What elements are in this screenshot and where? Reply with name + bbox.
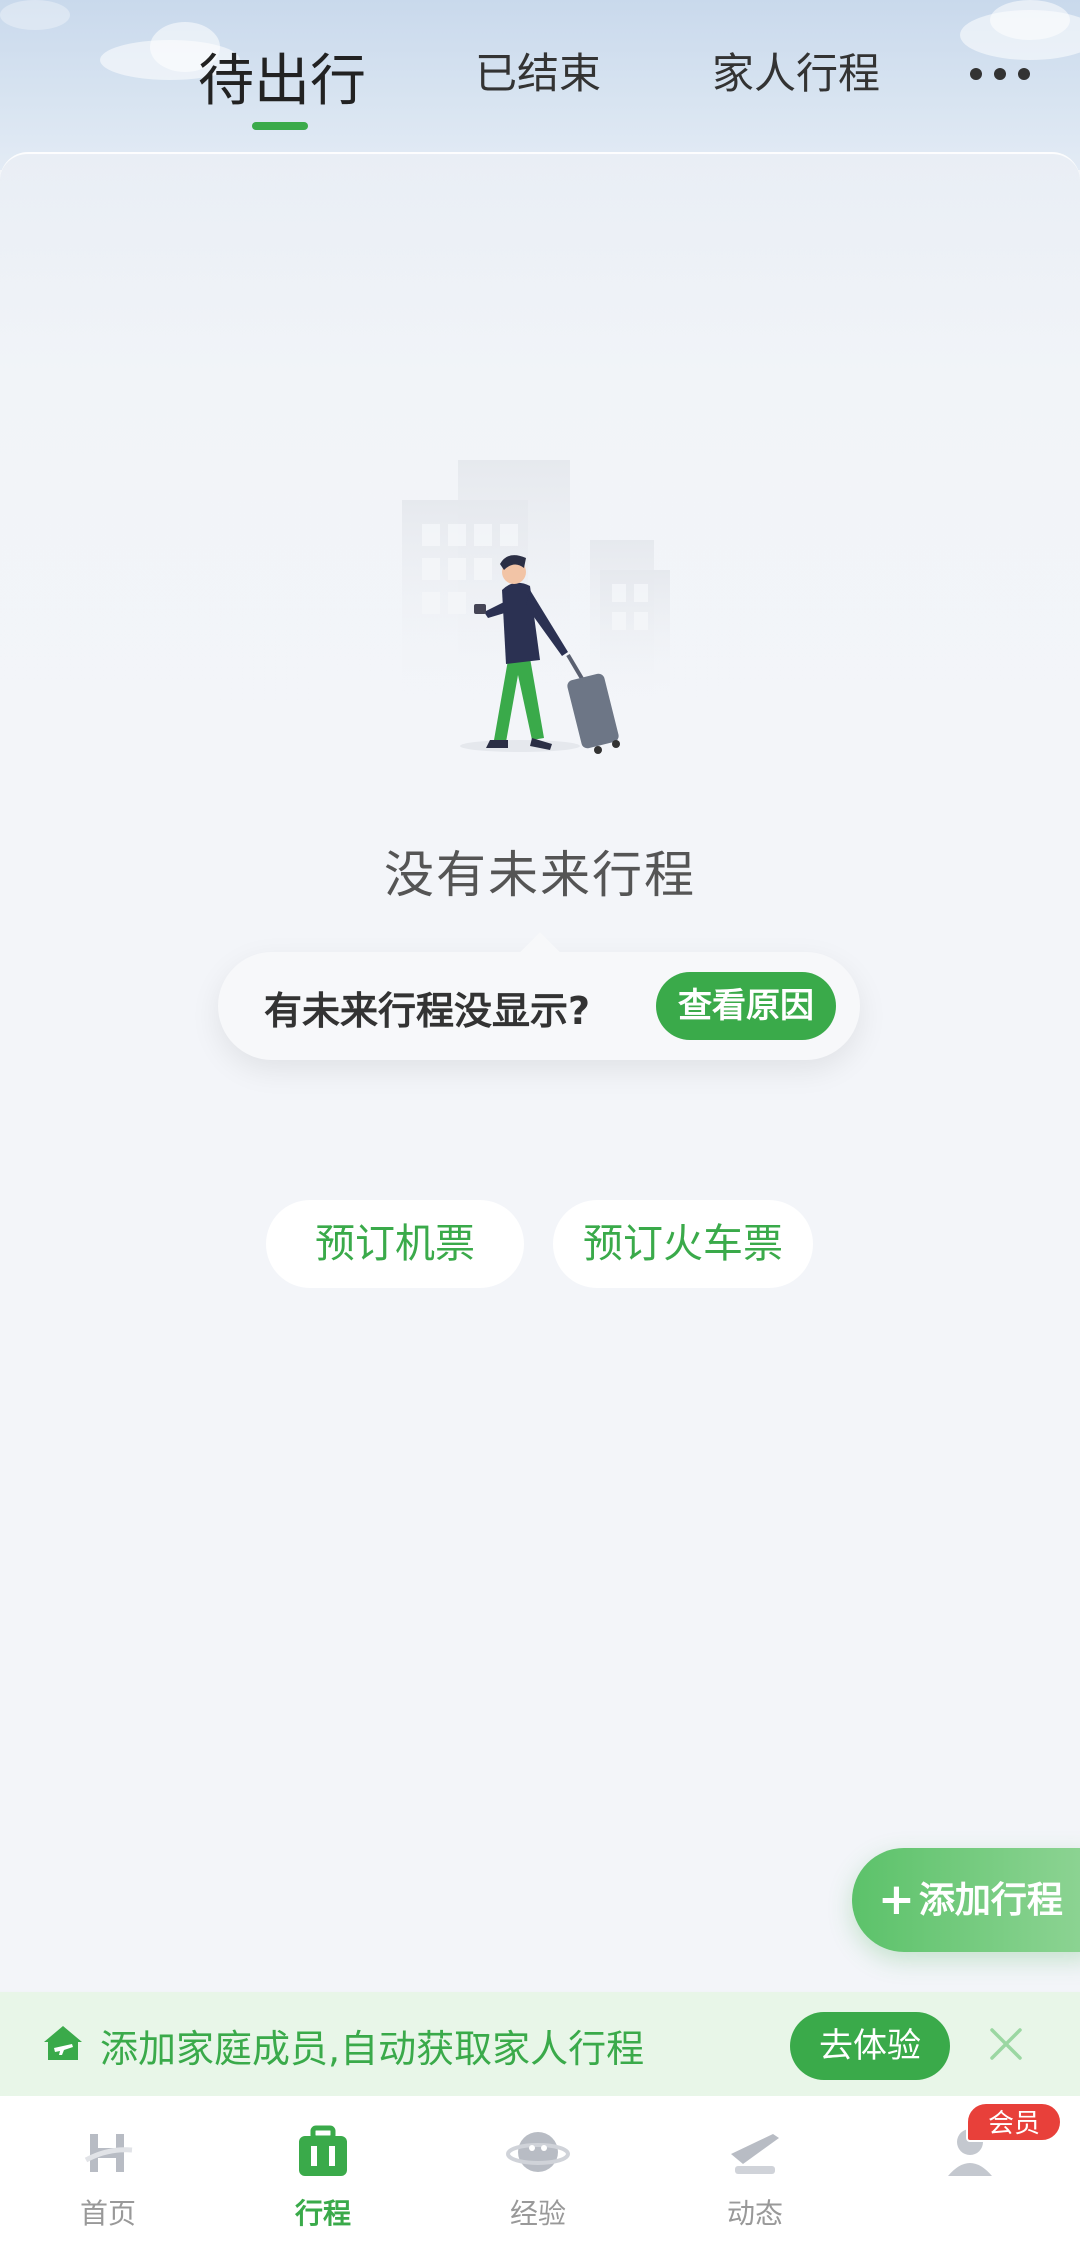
add-trip-button[interactable]: + 添加行程 bbox=[852, 1848, 1080, 1952]
tab-upcoming[interactable]: 待出行 bbox=[198, 36, 366, 117]
try-now-button[interactable]: 去体验 bbox=[790, 2012, 950, 2080]
suitcase-icon bbox=[299, 2125, 347, 2176]
planet-icon bbox=[506, 2132, 570, 2172]
bottom-tab-bar: 首页 行程 经验 动态 bbox=[0, 2096, 1080, 2243]
missing-trip-question: 有未来行程没显示? bbox=[264, 989, 591, 1033]
tabbar-item-trips[interactable]: 行程 bbox=[253, 2106, 393, 2236]
flight-status-icon bbox=[731, 2134, 779, 2174]
tabbar-label: 动态 bbox=[726, 2197, 783, 2230]
active-tab-indicator bbox=[252, 122, 308, 130]
tab-family-trips[interactable]: 家人行程 bbox=[712, 40, 880, 101]
empty-state-title: 没有未来行程 bbox=[384, 846, 696, 904]
tab-finished[interactable]: 已结束 bbox=[475, 40, 601, 101]
tabbar-label: 经验 bbox=[509, 2197, 566, 2230]
tabbar-label: 首页 bbox=[79, 2197, 136, 2230]
tabbar-label: 行程 bbox=[294, 2197, 351, 2230]
book-flight-button[interactable]: 预订机票 bbox=[266, 1200, 524, 1288]
family-member-banner: 添加家庭成员,自动获取家人行程 去体验 bbox=[0, 1992, 1080, 2096]
vip-badge: 会员 bbox=[966, 2102, 1062, 2142]
missing-trip-prompt: 有未来行程没显示? 查看原因 bbox=[218, 952, 860, 1060]
home-plane-icon bbox=[44, 2026, 82, 2060]
book-train-button[interactable]: 预订火车票 bbox=[553, 1200, 813, 1288]
tabbar-item-updates[interactable]: 动态 bbox=[685, 2106, 825, 2236]
home-icon bbox=[84, 2134, 133, 2172]
trip-content-card bbox=[0, 152, 1080, 1992]
add-trip-label: 添加行程 bbox=[918, 1880, 1063, 1921]
plus-icon: + bbox=[878, 1874, 915, 1925]
tabbar-item-home[interactable]: 首页 bbox=[38, 2106, 178, 2236]
view-reason-button[interactable]: 查看原因 bbox=[656, 972, 836, 1040]
family-banner-text: 添加家庭成员,自动获取家人行程 bbox=[100, 2027, 645, 2071]
close-icon[interactable] bbox=[986, 2024, 1026, 2064]
trip-tabs: 待出行 已结束 家人行程 bbox=[0, 0, 1080, 150]
more-dots-icon[interactable] bbox=[968, 62, 1032, 86]
traveler-with-suitcase-illustration bbox=[402, 460, 670, 754]
tabbar-item-experience[interactable]: 经验 bbox=[468, 2106, 608, 2236]
